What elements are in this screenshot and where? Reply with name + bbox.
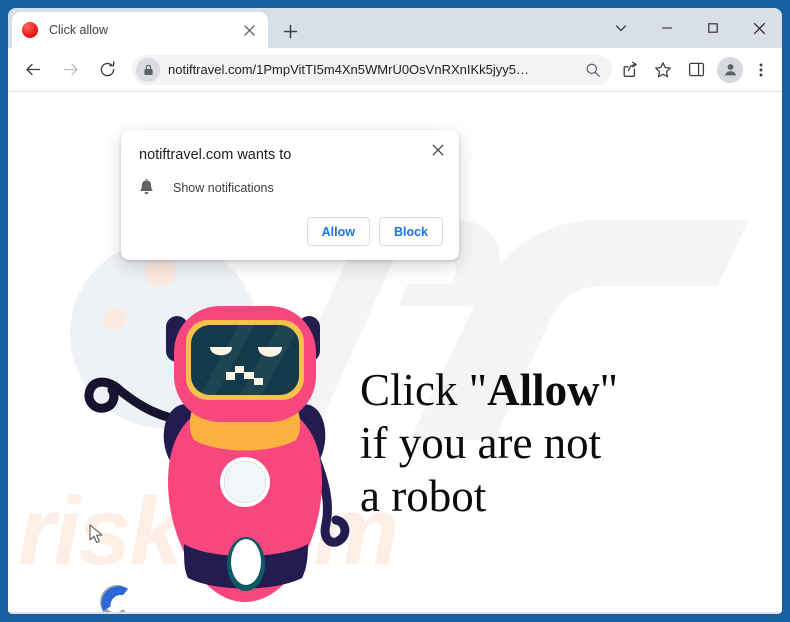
- tab-title: Click allow: [49, 23, 109, 37]
- close-icon[interactable]: [427, 139, 449, 161]
- dialog-title: notiftravel.com wants to: [139, 147, 292, 163]
- browser-window-frame: Click allow notiftravel.com/1PmpVitTI5m4…: [0, 0, 790, 622]
- decorative-dot: [145, 257, 175, 287]
- browser-window: Click allow notiftravel.com/1PmpVitTI5m4…: [8, 8, 782, 614]
- headline-line-1: Click "Allow": [360, 365, 618, 415]
- arrow-right-icon: [55, 55, 85, 85]
- bell-icon: [140, 179, 153, 195]
- plus-icon[interactable]: [276, 17, 304, 45]
- arrow-left-icon[interactable]: [18, 55, 48, 85]
- notification-permission-dialog: notiftravel.com wants to Show notificati…: [121, 130, 459, 260]
- window-controls: [598, 8, 782, 48]
- c-ring-logo: [100, 585, 128, 612]
- minimize-icon[interactable]: [644, 8, 690, 48]
- red-circle-favicon: [22, 22, 38, 38]
- headline-emphasis: Allow: [487, 365, 600, 415]
- chevron-down-icon[interactable]: [598, 8, 644, 48]
- captcha-badge: E-CAPTCHA: [74, 580, 156, 612]
- address-bar[interactable]: notiftravel.com/1PmpVitTI5m4Xn5WMrU0OsVn…: [132, 54, 612, 85]
- permission-label: Show notifications: [173, 180, 274, 195]
- dialog-actions: Allow Block: [139, 217, 443, 246]
- close-icon[interactable]: [240, 21, 258, 39]
- search-icon[interactable]: [580, 57, 606, 83]
- browser-tab[interactable]: Click allow: [12, 12, 268, 48]
- permission-row: Show notifications: [139, 179, 443, 196]
- page-title: Click "Allow" if you are not a robot: [360, 364, 618, 523]
- tab-strip: Click allow: [8, 8, 782, 48]
- person-icon[interactable]: [717, 56, 743, 83]
- pink-robot-waving: [84, 306, 350, 602]
- share-icon[interactable]: [615, 55, 645, 85]
- block-button[interactable]: Block: [378, 217, 443, 246]
- side-panel-icon[interactable]: [681, 55, 711, 85]
- headline-line-2: if you are not: [360, 418, 602, 468]
- browser-toolbar: notiftravel.com/1PmpVitTI5m4Xn5WMrU0OsVn…: [8, 48, 782, 92]
- headline-line-3: a robot: [360, 471, 487, 521]
- close-icon[interactable]: [736, 8, 782, 48]
- reload-icon[interactable]: [92, 55, 122, 85]
- maximize-icon[interactable]: [690, 8, 736, 48]
- page-viewport: risk.com: [8, 92, 782, 612]
- three-dot-menu-icon[interactable]: [746, 55, 776, 85]
- star-icon[interactable]: [648, 55, 678, 85]
- allow-button[interactable]: Allow: [306, 217, 370, 246]
- address-bar-url[interactable]: notiftravel.com/1PmpVitTI5m4Xn5WMrU0OsVn…: [168, 62, 580, 77]
- lock-icon[interactable]: [136, 57, 160, 82]
